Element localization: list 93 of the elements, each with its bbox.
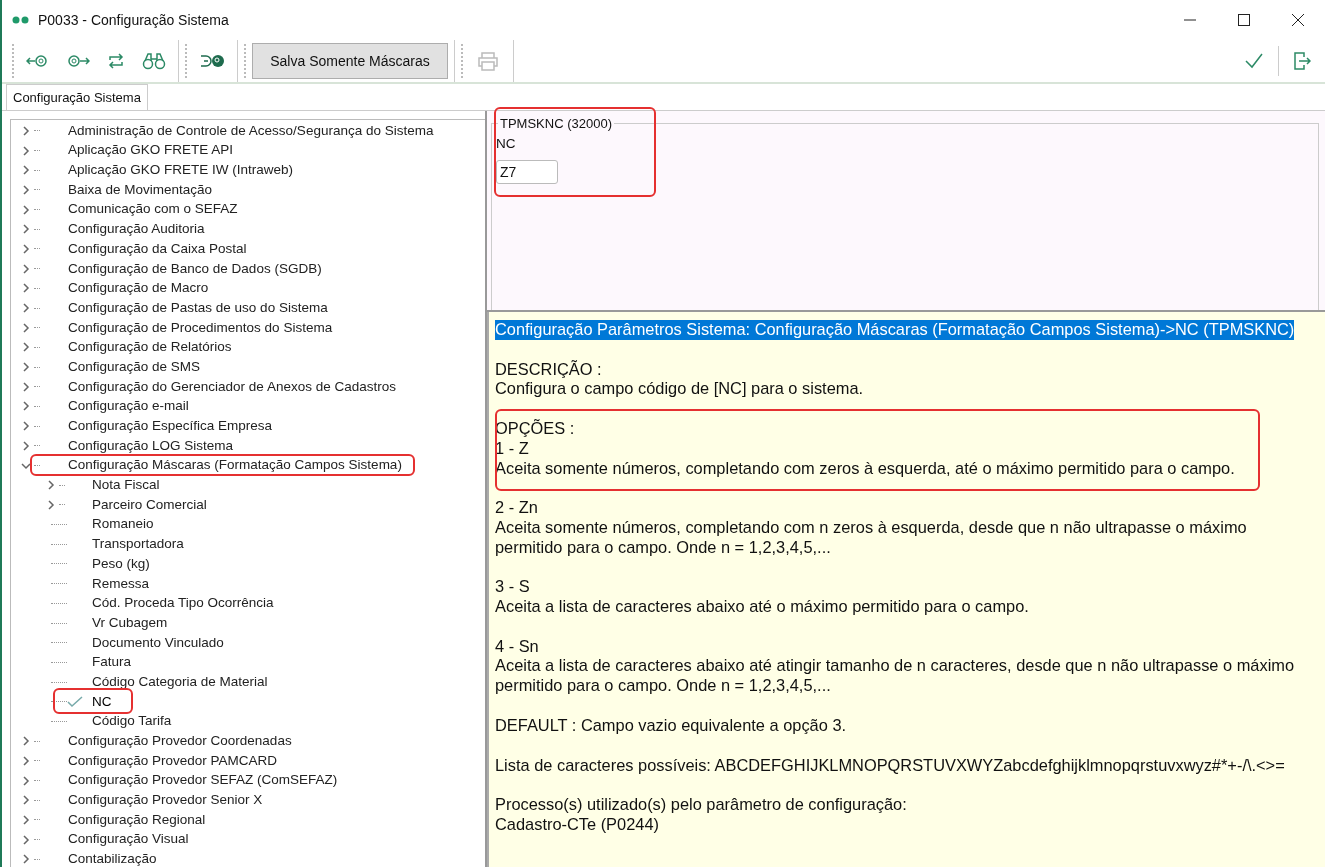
tree-item[interactable]: Fatura — [92, 652, 132, 673]
help-heading: Configuração Parâmetros Sistema: Configuração Máscaras (Formatação Campos Sistema)->NC (TPMSKNC) — [495, 320, 1295, 340]
tree-item[interactable]: Contabilização — [68, 849, 157, 867]
help-text: Processo(s) utilizado(s) pelo parâmetro de configuração: — [495, 795, 908, 815]
help-text: 1 - Z — [495, 438, 530, 459]
checkmark-icon[interactable] — [1244, 52, 1264, 70]
field-label: NC — [496, 135, 517, 153]
tree-item[interactable]: Configuração do Gerenciador de Anexos de Cadastros — [68, 376, 396, 397]
chevron-right-icon[interactable] — [21, 165, 31, 176]
tree-item[interactable]: Código Tarifa — [92, 711, 172, 732]
tree-item[interactable]: Configuração Visual — [68, 829, 189, 850]
help-text: Configura o campo código de [NC] para o sistema. — [495, 379, 865, 400]
chevron-right-icon[interactable] — [21, 342, 31, 353]
chevron-right-icon[interactable] — [21, 381, 31, 392]
tree-item[interactable]: Configuração Provedor PAMCARD — [68, 750, 278, 771]
chevron-right-icon[interactable] — [21, 184, 31, 195]
chevron-right-icon[interactable] — [21, 814, 31, 825]
chevron-right-icon[interactable] — [46, 499, 56, 510]
chevron-right-icon[interactable] — [21, 755, 31, 766]
help-text: DESCRIÇÃO : — [495, 359, 603, 380]
help-text: Cadastro-CTe (P0244) — [495, 814, 660, 835]
binoculars-icon[interactable] — [142, 51, 166, 71]
tree-item[interactable]: Parceiro Comercial — [92, 494, 207, 516]
tree-item[interactable]: Comunicação com o SEFAZ — [68, 199, 238, 220]
tree-item[interactable]: Configuração da Caixa Postal — [68, 238, 247, 260]
tree-item[interactable]: Configuração de Pastas de uso do Sistema — [68, 297, 328, 319]
chevron-right-icon[interactable] — [21, 322, 31, 333]
help-text: Aceita somente números, completando com n zeros à esquerda, desde que n não ultrapasse o máximo permitido para o campo. Onde n = 1,2,3,4,5,... — [495, 517, 1248, 558]
chevron-right-icon[interactable] — [21, 362, 31, 373]
chevron-right-icon[interactable] — [21, 145, 31, 156]
tree-item[interactable]: Cód. Proceda Tipo Ocorrência — [92, 593, 274, 614]
help-text: 2 - Zn — [495, 498, 539, 518]
tree-item[interactable]: Configuração Máscaras (Formatação Campos Sistema) — [68, 455, 402, 476]
help-text: OPÇÕES : — [495, 419, 576, 439]
save-masks-button[interactable]: Salva Somente Máscaras — [252, 43, 448, 79]
help-text: DEFAULT : Campo vazio equivalente a opção 3. — [495, 715, 848, 736]
chevron-right-icon[interactable] — [21, 440, 31, 451]
tree-item[interactable]: Configuração de SMS — [68, 356, 201, 378]
chevron-right-icon[interactable] — [21, 204, 31, 215]
tree-item[interactable]: Configuração de Procedimentos do Sistema — [68, 317, 333, 338]
maximize-icon[interactable] — [1238, 14, 1250, 26]
chevron-right-icon[interactable] — [21, 224, 31, 235]
chevron-right-icon[interactable] — [21, 401, 31, 412]
exit-door-icon[interactable] — [1293, 51, 1311, 71]
chevron-right-icon[interactable] — [21, 263, 31, 274]
chevron-right-icon[interactable] — [21, 736, 31, 747]
chevron-right-icon[interactable] — [21, 421, 31, 432]
help-text: Lista de caracteres possíveis: ABCDEFGHIJKLMNOPQRSTUVXWYZabcdefghijklmnopqrstuvxwyz#*+-/\.<>= — [495, 755, 1286, 776]
tree-item[interactable]: Remessa — [92, 573, 150, 594]
tree-item[interactable]: Aplicação GKO FRETE IW (Intraweb) — [68, 160, 294, 181]
tree-item[interactable]: Nota Fiscal — [92, 475, 160, 496]
window-title: P0033 - Configuração Sistema — [38, 10, 229, 30]
refresh-icon[interactable] — [106, 51, 126, 71]
tree-item[interactable]: Configuração Específica Empresa — [68, 416, 273, 437]
chevron-right-icon[interactable] — [21, 834, 31, 845]
tree-item[interactable]: NC — [92, 691, 112, 712]
tree-item[interactable]: Romaneio — [92, 514, 154, 535]
tree-item[interactable]: Configuração Provedor Coordenadas — [68, 731, 292, 752]
help-text: Aceita somente números, completando com zeros à esquerda, até o máximo permitido para o campo. — [495, 458, 1236, 479]
help-text: Aceita a lista de caracteres abaixo até atingir tamanho de n caracteres, desde que n não ultrapasse o máximo permitido para o campo. Onde n = 1,2,3,4,5,... — [495, 656, 1296, 696]
chevron-right-icon[interactable] — [21, 303, 31, 314]
tree-item[interactable]: Configuração Regional — [68, 809, 206, 831]
tree-item[interactable]: Configuração Auditoria — [68, 219, 205, 240]
tree-item[interactable]: Peso (kg) — [92, 553, 150, 575]
chevron-right-icon[interactable] — [21, 125, 31, 136]
chevron-right-icon[interactable] — [21, 854, 31, 865]
tree-item[interactable]: Vr Cubagem — [92, 612, 168, 634]
tree-item[interactable]: Configuração de Relatórios — [68, 337, 232, 358]
tree-item[interactable]: Transportadora — [92, 534, 184, 555]
chevron-right-icon[interactable] — [21, 795, 31, 806]
help-text: 3 - S — [495, 577, 531, 598]
tree-item[interactable]: Configuração LOG Sistema — [68, 435, 234, 456]
close-icon[interactable] — [1292, 14, 1304, 26]
tree-item[interactable]: Aplicação GKO FRETE API — [68, 140, 234, 161]
chevron-right-icon[interactable] — [21, 283, 31, 294]
chevron-right-icon[interactable] — [21, 243, 31, 254]
tree-item[interactable]: Configuração de Macro — [68, 278, 209, 299]
tab[interactable]: Configuração Sistema — [6, 84, 148, 110]
chevron-right-icon[interactable] — [46, 480, 56, 491]
tree-item[interactable]: Configuração de Banco de Dados (SGDB) — [68, 258, 322, 279]
help-text: Aceita a lista de caracteres abaixo até o máximo permitido para o campo. — [495, 597, 1030, 617]
tree-item[interactable]: Administração de Controle de Acesso/Segurança do Sistema — [68, 120, 434, 141]
tree-item[interactable]: Documento Vinculado — [92, 632, 224, 653]
chevron-down-icon[interactable] — [21, 460, 31, 471]
tree-item[interactable]: Código Categoria de Material — [92, 671, 268, 693]
tree-item[interactable]: Configuração Provedor Senior X — [68, 790, 263, 811]
chevron-right-icon[interactable] — [21, 775, 31, 786]
checkmark-icon — [67, 695, 83, 708]
help-text: 4 - Sn — [495, 636, 540, 657]
tree-item[interactable]: Configuração e-mail — [68, 396, 189, 417]
tree-item[interactable]: Configuração Provedor SEFAZ (ComSEFAZ) — [68, 770, 338, 791]
parameter-input[interactable]: Z7 — [496, 160, 558, 185]
tree-item[interactable]: Baixa de Movimentação — [68, 179, 213, 201]
